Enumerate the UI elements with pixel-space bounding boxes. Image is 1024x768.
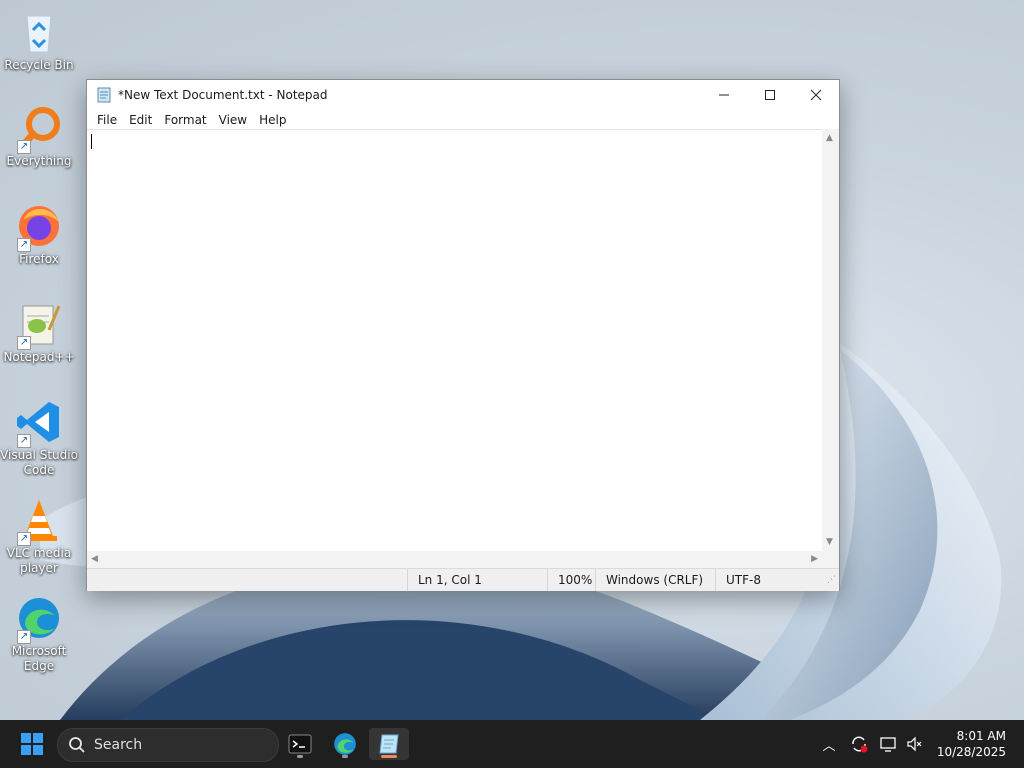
desktop-icon-label: VLC media player [6,546,72,575]
status-line-ending: Windows (CRLF) [595,569,716,591]
scrollbar-corner [822,551,839,568]
system-tray: ︿ [818,720,928,768]
recycle-bin-icon [15,8,63,56]
window-title: *New Text Document.txt - Notepad [118,88,328,102]
running-indicator [297,755,303,758]
status-encoding: UTF-8 [715,569,822,591]
terminal-icon [288,734,312,754]
horizontal-scrollbar[interactable]: ◀ ▶ [87,551,822,568]
menu-edit[interactable]: Edit [123,113,158,127]
taskbar-notepad[interactable] [369,728,409,760]
close-icon [810,89,822,101]
menu-bar: File Edit Format View Help [87,110,839,130]
desktop-icon-label: Visual Studio Code [0,448,78,477]
desktop-icon-recycle-bin[interactable]: Recycle Bin [0,8,78,73]
taskbar-terminal[interactable] [280,728,320,760]
clock-date: 10/28/2025 [936,745,1006,759]
menu-file[interactable]: File [91,113,123,127]
close-button[interactable] [793,80,839,110]
search-icon [69,737,85,753]
maximize-icon [765,90,775,100]
desktop-icon-label: Recycle Bin [4,58,74,72]
desktop-icon-firefox[interactable]: ↗ Firefox [0,202,78,267]
desktop-icon-label: Everything [6,154,72,168]
desktop-icon-vlc[interactable]: ↗ VLC media player [0,496,78,576]
start-button[interactable] [12,728,52,760]
notepad-icon [379,734,399,754]
menu-format[interactable]: Format [158,113,212,127]
network-icon[interactable] [874,735,902,753]
chevron-up-icon[interactable]: ︿ [818,735,840,754]
shortcut-arrow-icon: ↗ [17,532,31,546]
desktop-icon-notepadpp[interactable]: ↗ Notepad++ [0,300,78,365]
status-bar: Ln 1, Col 1 100% Windows (CRLF) UTF-8 ⋰ [87,568,839,591]
notepad-window[interactable]: *New Text Document.txt - Notepad File Ed… [86,79,840,591]
edge-icon [334,733,356,755]
desktop-icon-label: Firefox [19,252,59,266]
status-position: Ln 1, Col 1 [407,569,538,591]
minimize-button[interactable] [701,80,747,110]
clock-time: 8:01 AM [956,729,1006,743]
vertical-scrollbar[interactable]: ▲ ▼ [822,129,839,551]
shortcut-arrow-icon: ↗ [17,336,31,350]
shortcut-arrow-icon: ↗ [17,238,31,252]
scroll-up-icon[interactable]: ▲ [826,133,833,143]
resize-grip-icon[interactable]: ⋰ [827,575,836,585]
notepadpp-icon: ↗ [15,300,63,350]
taskbar-clock[interactable]: 8:01 AM 10/28/2025 [937,728,1006,760]
desktop-icon-vscode[interactable]: ↗ Visual Studio Code [0,398,78,478]
menu-help[interactable]: Help [253,113,292,127]
menu-view[interactable]: View [213,113,253,127]
desktop-icon-edge[interactable]: ↗ Microsoft Edge [0,594,78,674]
status-zoom: 100% [547,569,596,591]
windows-logo-icon [21,733,43,755]
text-caret [91,134,92,149]
shortcut-arrow-icon: ↗ [17,630,31,644]
minimize-icon [719,94,729,96]
search-placeholder: Search [94,737,143,753]
taskbar: Search ︿ 8:01 AM 10/28/2025 [0,720,1024,768]
vscode-icon: ↗ [15,398,63,448]
update-sync-icon[interactable] [844,735,874,753]
taskbar-edge[interactable] [325,728,365,760]
running-indicator [342,755,348,758]
maximize-button[interactable] [747,80,793,110]
shortcut-arrow-icon: ↗ [17,140,31,154]
desktop-icon-label: Microsoft Edge [11,644,67,673]
scroll-down-icon[interactable]: ▼ [826,537,833,547]
notepad-icon [97,87,111,103]
text-editor[interactable] [87,129,822,552]
shortcut-arrow-icon: ↗ [17,434,31,448]
taskbar-search[interactable]: Search [57,728,279,762]
volume-muted-icon[interactable] [902,735,928,753]
scroll-left-icon[interactable]: ◀ [91,554,98,564]
edge-icon: ↗ [15,594,63,644]
firefox-icon: ↗ [15,202,63,252]
desktop-icon-label: Notepad++ [3,350,75,364]
active-app-indicator [381,755,397,758]
vlc-icon: ↗ [15,496,63,546]
scroll-right-icon[interactable]: ▶ [811,554,818,564]
desktop-icon-everything[interactable]: ↗ Everything [0,104,78,169]
everything-search-icon: ↗ [15,104,63,154]
title-bar[interactable]: *New Text Document.txt - Notepad [87,80,839,110]
